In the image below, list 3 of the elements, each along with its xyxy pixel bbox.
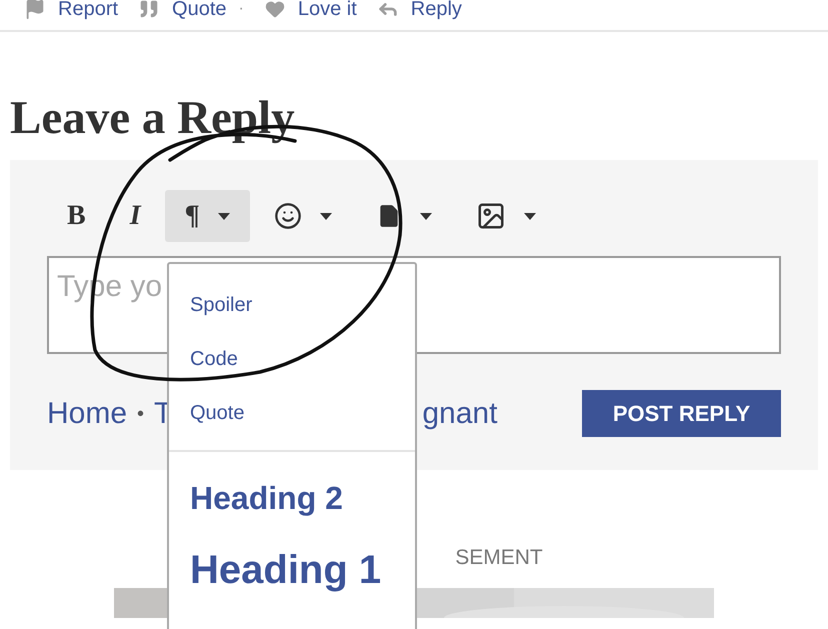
breadcrumb-separator: •	[137, 402, 144, 426]
advertisement-label: SEMENT	[455, 545, 543, 571]
separator: ·	[238, 0, 244, 19]
